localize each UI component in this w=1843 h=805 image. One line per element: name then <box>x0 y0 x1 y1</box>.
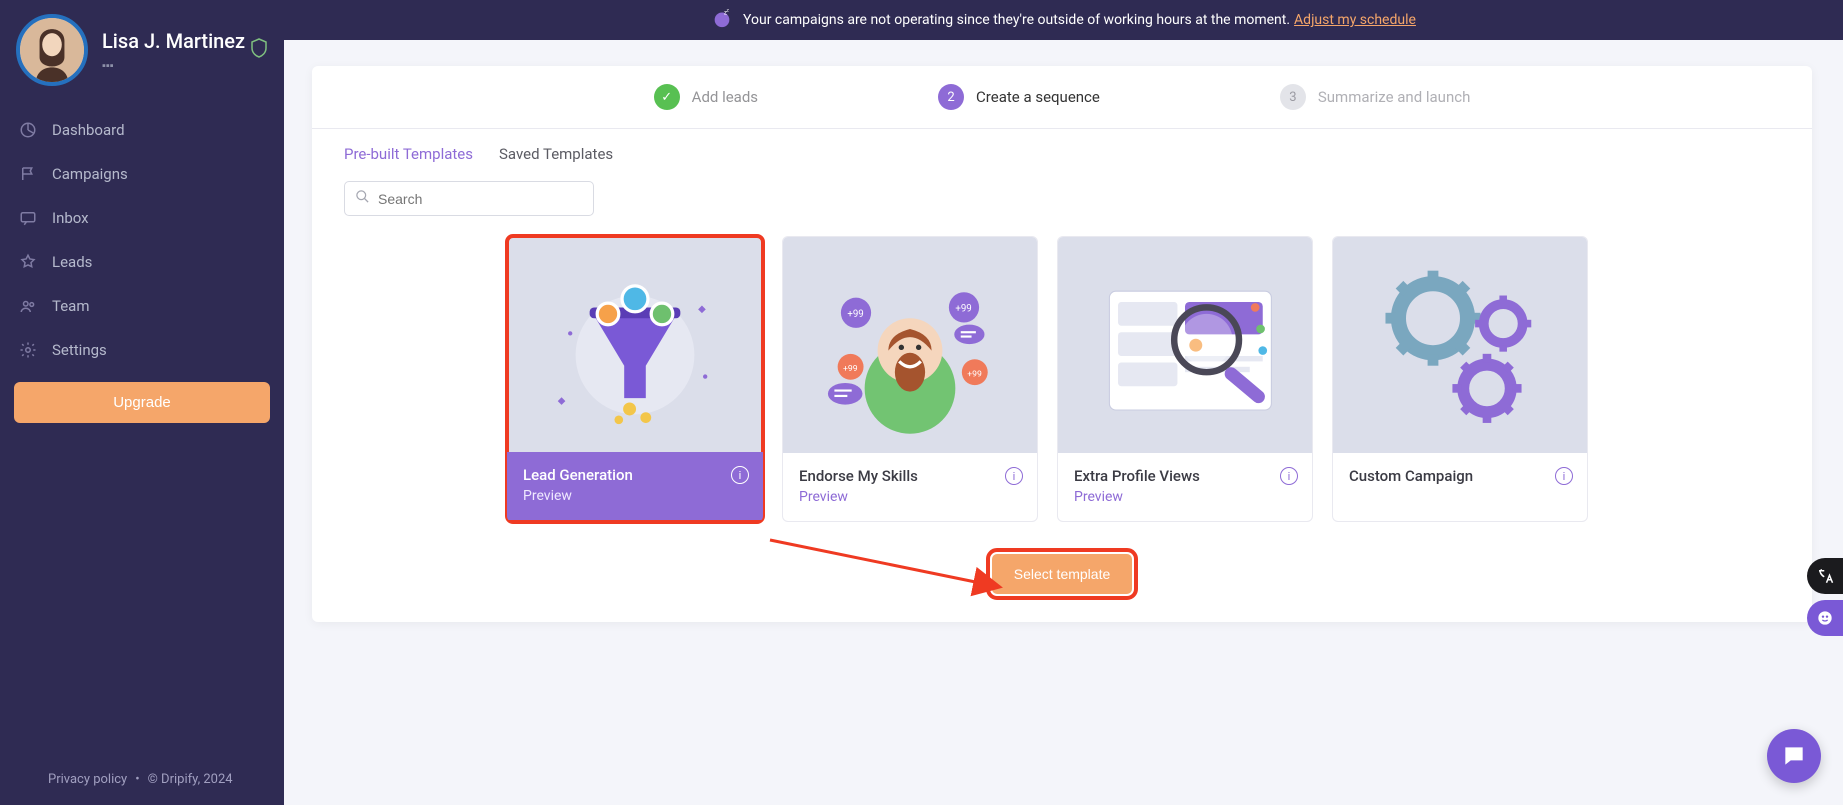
step-label: Create a sequence <box>976 88 1100 106</box>
template-card-profile-views[interactable]: Extra Profile Views Preview i <box>1057 236 1313 522</box>
info-icon[interactable]: i <box>1280 467 1298 485</box>
template-card-custom[interactable]: Custom Campaign i <box>1332 236 1588 522</box>
svg-text:+99: +99 <box>847 309 863 320</box>
sidebar-item-settings[interactable]: Settings <box>0 328 284 372</box>
dashboard-icon <box>18 120 38 140</box>
sidebar-item-label: Settings <box>52 341 107 359</box>
help-fab[interactable] <box>1807 600 1843 636</box>
stepper: ✓ Add leads 2 Create a sequence 3 Summar… <box>312 66 1812 129</box>
gear-icon <box>18 340 38 360</box>
translate-fab[interactable] <box>1807 558 1843 594</box>
check-icon: ✓ <box>654 84 680 110</box>
profile-name: Lisa J. Martinez <box>102 29 245 53</box>
template-preview-link[interactable]: Preview <box>523 488 747 504</box>
sidebar: Lisa J. Martinez ▪▪▪ Dashboard Campaigns… <box>0 0 284 805</box>
template-title: Lead Generation <box>523 466 747 484</box>
search-input[interactable] <box>378 191 583 207</box>
sidebar-item-label: Dashboard <box>52 121 125 139</box>
sidebar-item-label: Inbox <box>52 209 89 227</box>
template-title: Endorse My Skills <box>799 467 1021 485</box>
side-fab-column <box>1807 558 1843 636</box>
template-title: Custom Campaign <box>1349 467 1571 485</box>
search-icon <box>355 189 370 208</box>
svg-text:z: z <box>727 9 730 14</box>
sidebar-item-label: Campaigns <box>52 165 128 183</box>
upgrade-button[interactable]: Upgrade <box>14 382 270 423</box>
star-icon <box>18 252 38 272</box>
sidebar-footer: Privacy policy • © Dripify, 2024 <box>0 754 284 805</box>
profile-block: Lisa J. Martinez ▪▪▪ <box>0 0 284 100</box>
template-grid: Lead Generation Preview i +99 +99 +99 + <box>312 226 1812 542</box>
banner-link[interactable]: Adjust my schedule <box>1294 12 1416 28</box>
search-box[interactable] <box>344 181 594 216</box>
message-icon <box>18 208 38 228</box>
sleep-icon: zz <box>711 7 733 33</box>
svg-text:+99: +99 <box>955 304 971 315</box>
copyright-text: © Dripify, 2024 <box>148 772 233 787</box>
main-panel: ✓ Add leads 2 Create a sequence 3 Summar… <box>312 66 1812 622</box>
sidebar-item-label: Team <box>52 297 90 315</box>
info-icon[interactable]: i <box>1555 467 1573 485</box>
step-number: 3 <box>1280 84 1306 110</box>
step-add-leads[interactable]: ✓ Add leads <box>654 84 758 110</box>
template-card-lead-generation[interactable]: Lead Generation Preview i <box>507 236 763 522</box>
tab-prebuilt[interactable]: Pre-built Templates <box>344 145 473 171</box>
avatar[interactable] <box>16 14 88 86</box>
tab-saved[interactable]: Saved Templates <box>499 145 613 171</box>
svg-text:+99: +99 <box>967 369 982 379</box>
template-thumb <box>1058 237 1312 453</box>
template-preview-link[interactable]: Preview <box>1074 489 1296 505</box>
template-title: Extra Profile Views <box>1074 467 1296 485</box>
template-thumb: +99 +99 +99 +99 <box>783 237 1037 453</box>
template-tabs: Pre-built Templates Saved Templates <box>312 129 1812 171</box>
sidebar-item-label: Leads <box>52 253 92 271</box>
template-card-endorse-skills[interactable]: +99 +99 +99 +99 Endorse My Skills Previe… <box>782 236 1038 522</box>
chat-fab[interactable] <box>1767 729 1821 783</box>
sidebar-item-dashboard[interactable]: Dashboard <box>0 108 284 152</box>
template-preview-link[interactable]: Preview <box>799 489 1021 505</box>
sidebar-item-team[interactable]: Team <box>0 284 284 328</box>
sidebar-item-campaigns[interactable]: Campaigns <box>0 152 284 196</box>
nav: Dashboard Campaigns Inbox Leads Team Set… <box>0 108 284 372</box>
template-thumb <box>1333 237 1587 453</box>
sidebar-item-leads[interactable]: Leads <box>0 240 284 284</box>
flag-icon <box>18 164 38 184</box>
sidebar-item-inbox[interactable]: Inbox <box>0 196 284 240</box>
step-create-sequence[interactable]: 2 Create a sequence <box>938 84 1100 110</box>
profile-badge: ▪▪▪ <box>102 59 245 72</box>
step-label: Summarize and launch <box>1318 88 1470 106</box>
shield-icon <box>250 38 268 62</box>
step-number: 2 <box>938 84 964 110</box>
template-thumb <box>507 236 763 452</box>
banner-text: Your campaigns are not operating since t… <box>743 12 1290 28</box>
step-label: Add leads <box>692 88 758 106</box>
svg-text:+99: +99 <box>843 364 858 374</box>
info-icon[interactable]: i <box>731 466 749 484</box>
select-template-button[interactable]: Select template <box>992 554 1133 594</box>
info-icon[interactable]: i <box>1005 467 1023 485</box>
privacy-link[interactable]: Privacy policy <box>48 772 127 787</box>
top-banner: zz Your campaigns are not operating sinc… <box>284 0 1843 40</box>
team-icon <box>18 296 38 316</box>
step-summarize[interactable]: 3 Summarize and launch <box>1280 84 1470 110</box>
